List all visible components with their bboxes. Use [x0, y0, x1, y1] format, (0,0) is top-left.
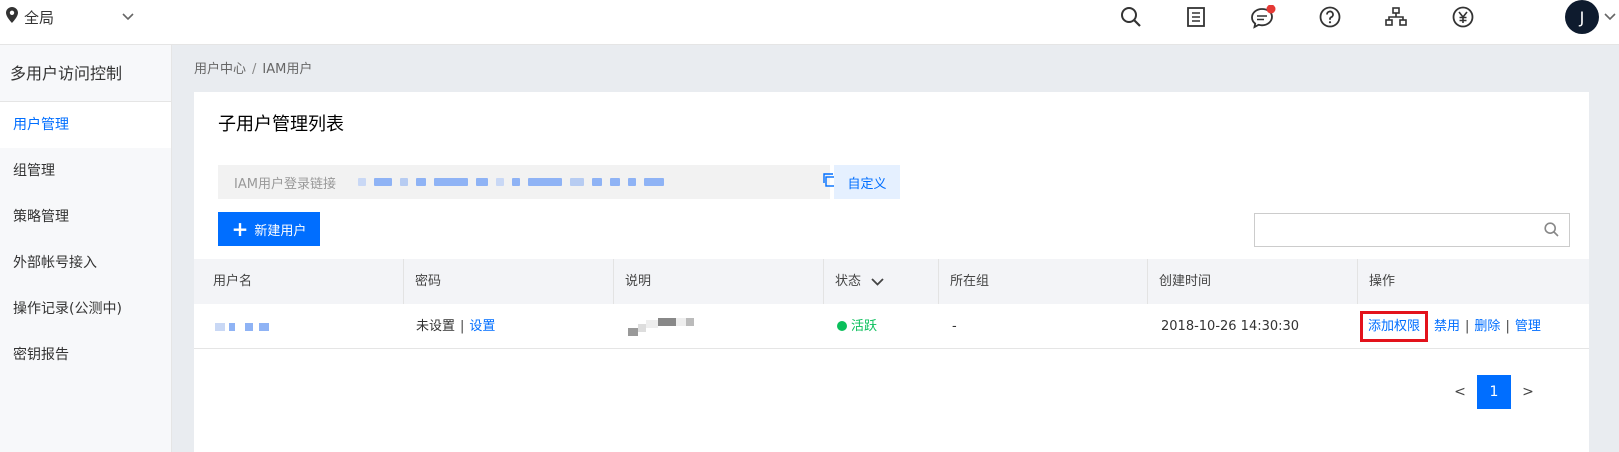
avatar-initial: J — [1579, 7, 1585, 27]
status-dot — [837, 321, 847, 331]
pagination-next[interactable]: > — [1516, 375, 1540, 409]
sidebar-title: 多用户访问控制 — [0, 45, 171, 102]
password-state: 未设置 — [416, 319, 456, 334]
avatar[interactable]: J — [1565, 0, 1599, 34]
customize-button[interactable]: 自定义 — [834, 165, 900, 199]
pagination-current-page[interactable]: 1 — [1477, 375, 1511, 409]
created-time-cell: 2018-10-26 14:30:30 — [1161, 319, 1300, 334]
search-icon[interactable] — [1118, 4, 1144, 30]
header-password: 密码 — [415, 274, 442, 289]
column-divider — [823, 259, 824, 304]
set-password-link[interactable]: 设置 — [469, 319, 495, 334]
group-cell: - — [952, 319, 957, 334]
region-selector[interactable]: 全局 — [6, 0, 134, 34]
page-title: 子用户管理列表 — [218, 114, 344, 135]
breadcrumb: 用户中心 / IAM用户 — [194, 58, 312, 77]
description-redacted — [628, 304, 694, 349]
separator: | — [1505, 319, 1510, 334]
column-divider — [938, 259, 939, 304]
disable-link[interactable]: 禁用 — [1434, 304, 1460, 349]
password-cell: 未设置 | 设置 — [416, 304, 495, 349]
plus-icon: + — [231, 217, 249, 241]
main-content: 用户中心 / IAM用户 子用户管理列表 IAM用户登录链接 自定义 + 新建用… — [172, 45, 1619, 452]
sidebar-item-key-report[interactable]: 密钥报告 — [0, 332, 171, 378]
document-icon[interactable] — [1183, 4, 1209, 30]
header-username: 用户名 — [213, 274, 253, 289]
column-divider — [1147, 259, 1148, 304]
header-created: 创建时间 — [1159, 274, 1212, 289]
login-link-box: IAM用户登录链接 — [218, 165, 836, 199]
sidebar-item-external-accounts[interactable]: 外部帐号接入 — [0, 240, 171, 286]
sidebar-item-policy-management[interactable]: 策略管理 — [0, 194, 171, 240]
help-icon[interactable] — [1317, 4, 1343, 30]
sidebar-item-group-management[interactable]: 组管理 — [0, 148, 171, 194]
breadcrumb-current: IAM用户 — [262, 62, 313, 77]
pagination-prev[interactable]: < — [1448, 375, 1472, 409]
separator: | — [1465, 319, 1470, 334]
new-user-button[interactable]: + 新建用户 — [218, 212, 320, 246]
status-badge: 活跃 — [851, 319, 878, 334]
chevron-down-icon[interactable] — [1604, 9, 1616, 25]
manage-link[interactable]: 管理 — [1515, 304, 1541, 349]
region-label: 全局 — [24, 8, 55, 27]
sidebar-item-operation-logs[interactable]: 操作记录(公测中) — [0, 286, 171, 332]
actions-cell: 添加权限 禁用 | 删除 | 管理 — [1360, 304, 1541, 349]
header-status[interactable]: 状态 — [835, 259, 884, 304]
network-icon[interactable] — [1383, 4, 1409, 30]
table-header: 用户名 密码 说明 状态 所在组 创建时间 操作 — [194, 259, 1589, 304]
status-cell: 活跃 — [837, 304, 877, 349]
login-link-redacted — [357, 178, 672, 186]
header-group: 所在组 — [950, 274, 990, 289]
chevron-down-icon[interactable] — [871, 277, 884, 286]
login-link-label: IAM用户登录链接 — [234, 176, 336, 192]
location-pin-icon — [6, 7, 18, 27]
separator: | — [460, 319, 465, 334]
sidebar-item-user-management[interactable]: 用户管理 — [0, 102, 171, 148]
currency-icon[interactable] — [1450, 4, 1476, 30]
search-input[interactable] — [1254, 213, 1570, 247]
new-user-label: 新建用户 — [254, 223, 307, 239]
column-divider — [613, 259, 614, 304]
message-icon[interactable] — [1250, 4, 1276, 30]
user-list-card: 子用户管理列表 IAM用户登录链接 自定义 + 新建用户 用户名 密码 说明 状… — [194, 92, 1589, 452]
search-icon[interactable] — [1544, 222, 1559, 241]
header-actions: 操作 — [1369, 274, 1396, 289]
table-row: 未设置 | 设置 活跃 - 2018-10-26 14:30:30 添加权限 禁用 … — [194, 304, 1589, 349]
delete-link[interactable]: 删除 — [1474, 304, 1500, 349]
header-description: 说明 — [625, 274, 652, 289]
breadcrumb-separator: / — [252, 62, 257, 77]
add-permission-link[interactable]: 添加权限 — [1360, 311, 1429, 342]
top-bar: 全局 J — [0, 0, 1619, 45]
breadcrumb-parent[interactable]: 用户中心 — [194, 62, 246, 77]
column-divider — [1357, 259, 1358, 304]
username-redacted[interactable] — [215, 304, 269, 349]
column-divider — [403, 259, 404, 304]
chevron-down-icon — [122, 9, 134, 25]
sidebar: 多用户访问控制 用户管理 组管理 策略管理 外部帐号接入 操作记录(公测中) 密… — [0, 45, 172, 452]
header-status-label: 状态 — [835, 274, 862, 289]
